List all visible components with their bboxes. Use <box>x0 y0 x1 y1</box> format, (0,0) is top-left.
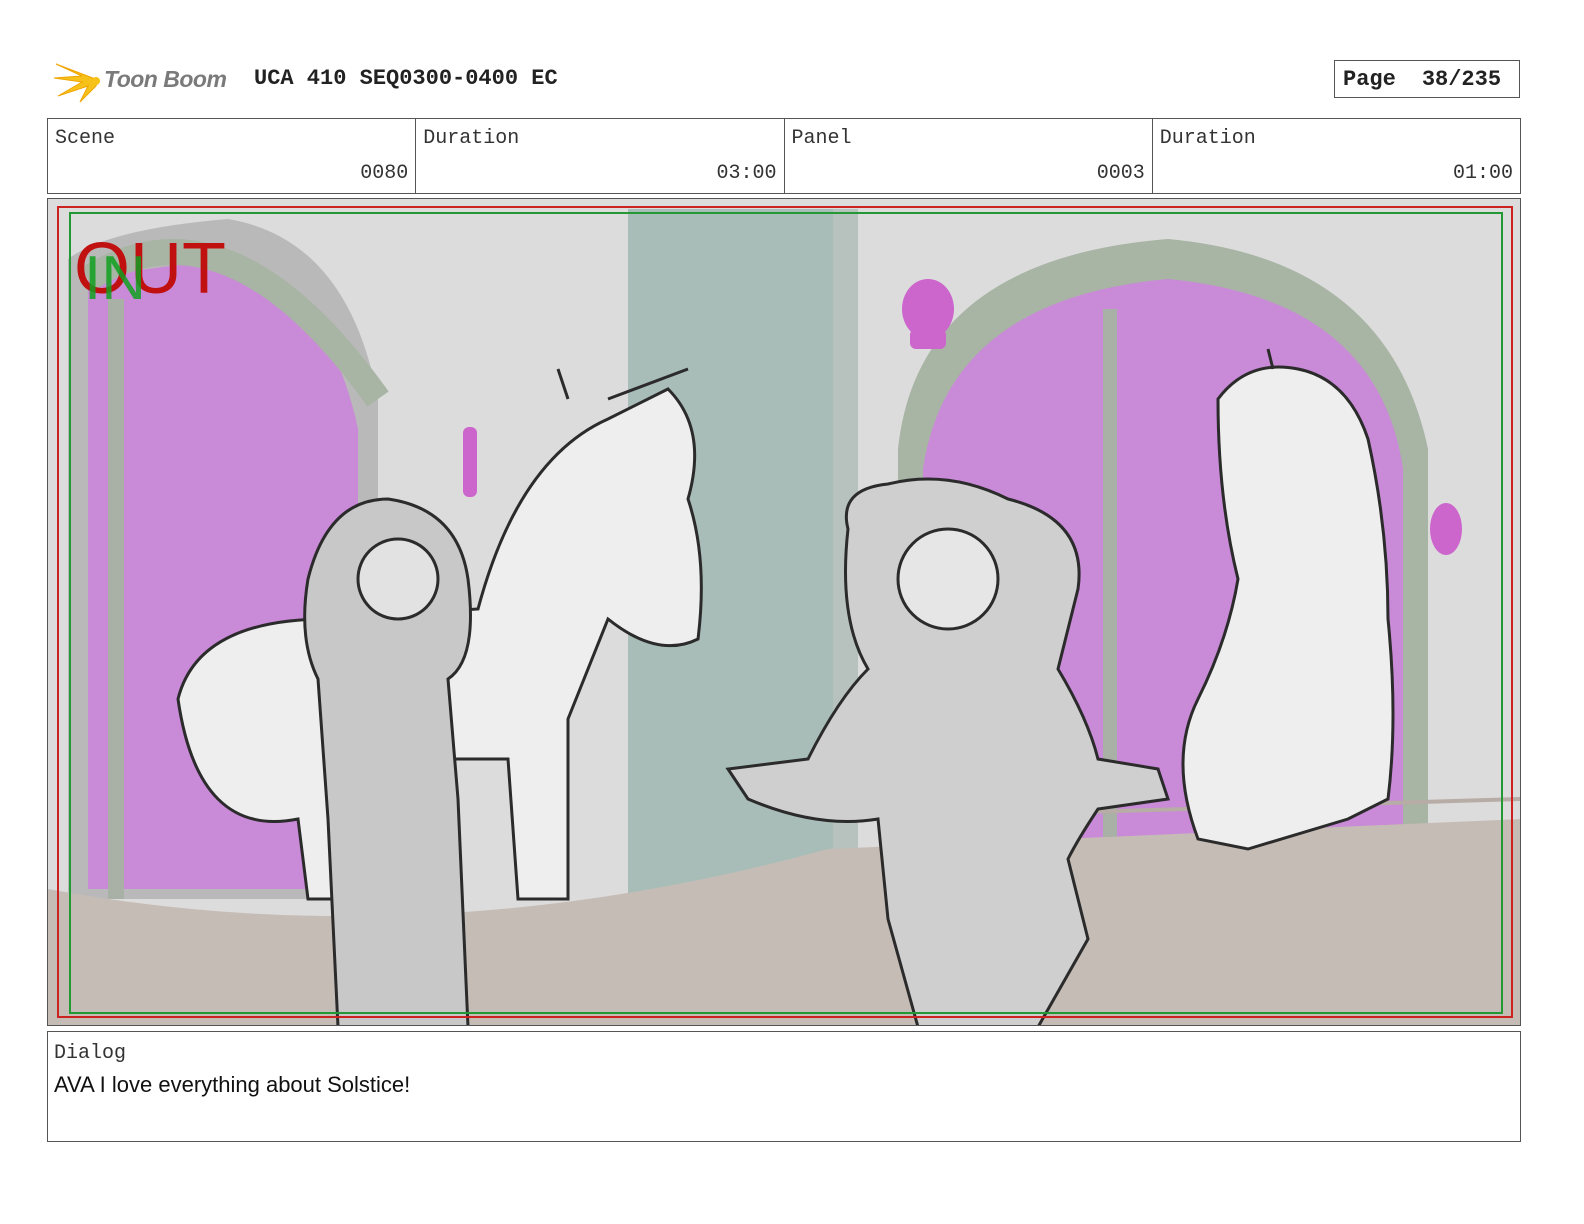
panel-cell: Panel 0003 <box>785 119 1153 193</box>
scene-cell: Scene 0080 <box>48 119 417 193</box>
page-indicator: Page 38/235 <box>1334 60 1520 98</box>
panel-value: 0003 <box>1096 162 1145 185</box>
dialog-label: Dialog <box>54 1042 127 1065</box>
scene-label: Scene <box>55 127 116 150</box>
panel-duration-cell: Duration 01:00 <box>1153 119 1520 193</box>
storyboard-panel: OUT IN <box>47 198 1521 1026</box>
scene-info-table: Scene 0080 Duration 03:00 Panel 0003 Dur… <box>47 118 1521 194</box>
scene-duration-cell: Duration 03:00 <box>416 119 785 193</box>
page-label: Page <box>1343 66 1396 92</box>
panel-label: Panel <box>791 127 852 150</box>
in-marker: IN <box>84 244 146 313</box>
panel-duration-label: Duration <box>1159 127 1256 150</box>
brand-wordmark: Toon Boom <box>104 66 227 92</box>
scene-duration-label: Duration <box>423 127 520 150</box>
scene-duration-value: 03:00 <box>716 162 777 185</box>
page-number: 38/235 <box>1421 66 1502 92</box>
dialog-box: Dialog AVA I love everything about Solst… <box>47 1031 1521 1142</box>
storyboard-drawing: OUT IN <box>48 199 1520 1025</box>
document-title: UCA 410 SEQ0300-0400 EC <box>254 66 558 91</box>
panel-duration-value: 01:00 <box>1452 162 1513 185</box>
dialog-text: AVA I love everything about Solstice! <box>54 1072 411 1097</box>
scene-value: 0080 <box>360 162 409 185</box>
